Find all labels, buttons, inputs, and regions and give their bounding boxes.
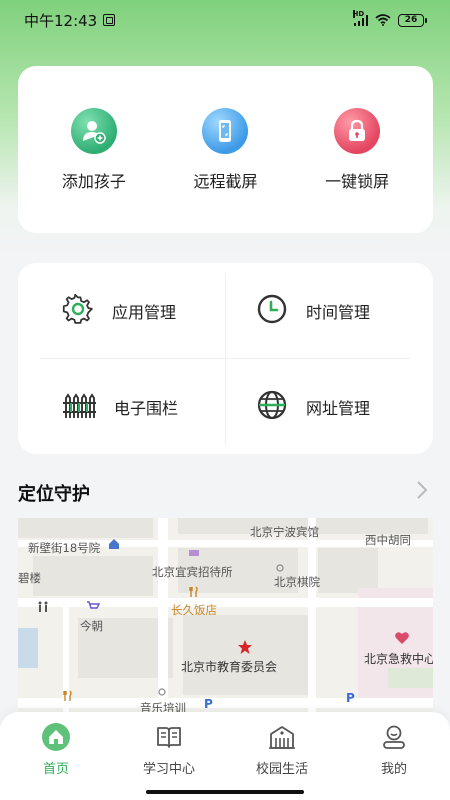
house-marker-icon (109, 539, 119, 549)
fence-icon (62, 390, 96, 424)
tab-profile[interactable]: 我的 (339, 722, 449, 777)
location-guard-title: 定位守护 (18, 484, 90, 505)
map-road (18, 698, 433, 708)
restaurant-marker-icon (189, 586, 198, 597)
hotel-marker-icon (189, 550, 199, 556)
map-label: 今朝 (80, 619, 103, 633)
lock-icon (334, 107, 381, 154)
map-block (18, 518, 153, 538)
tab-campus-life[interactable]: 校园生活 (227, 722, 337, 777)
restaurant-marker-icon (63, 690, 72, 701)
clock-icon (256, 293, 288, 329)
time-management-label: 时间管理 (306, 302, 371, 322)
wifi-icon (375, 14, 391, 26)
url-management-label: 网址管理 (306, 398, 371, 418)
map-label: 长久饭店 (171, 603, 217, 617)
app-management-button[interactable]: 应用管理 (18, 263, 225, 358)
shop-marker-icon (87, 601, 100, 609)
tab-home[interactable]: 首页 (1, 722, 111, 777)
school-building-icon (267, 722, 297, 752)
hospital-marker-icon (395, 632, 409, 644)
status-time: 中午12:43 (24, 11, 98, 30)
battery-icon: 26 (398, 13, 427, 27)
cellular-signal-icon: HD (352, 9, 368, 26)
geo-fence-button[interactable]: 电子围栏 (18, 359, 225, 454)
map-label: 西中胡同 (365, 533, 411, 547)
status-bar: 中午12:43 HD 26 (0, 0, 450, 40)
app-management-label: 应用管理 (112, 302, 177, 322)
globe-icon (256, 389, 288, 425)
tab-campus-life-label: 校园生活 (255, 762, 308, 777)
restroom-marker-icon (38, 601, 48, 612)
map-label: 北京急救中心 (364, 652, 433, 666)
map-block (318, 548, 378, 593)
book-icon (154, 722, 184, 752)
lock-screen-label: 一键锁屏 (325, 171, 390, 191)
management-card: 应用管理 时间管理 电子围栏 网址管理 (18, 263, 433, 454)
map-road (18, 598, 433, 607)
map-label: 北京宁波宾馆 (250, 525, 319, 539)
gear-icon (62, 293, 94, 329)
remote-screenshot-button[interactable]: 远程截屏 (170, 107, 280, 192)
map-label: 北京市教育委员会 (181, 660, 278, 674)
screen-record-icon (103, 14, 116, 26)
parking-marker-icon: P (204, 697, 213, 710)
map-block (183, 615, 313, 695)
home-indicator (146, 790, 304, 794)
tab-learning-center-label: 学习中心 (142, 762, 195, 777)
home-icon (41, 722, 71, 752)
remote-screenshot-label: 远程截屏 (193, 171, 258, 191)
add-child-label: 添加孩子 (61, 171, 126, 191)
map-label: 北京宜宾招待所 (152, 565, 233, 579)
poi-dot-icon (158, 688, 166, 696)
tab-home-label: 首页 (42, 762, 69, 777)
user-icon (379, 722, 409, 752)
geo-fence-label: 电子围栏 (114, 398, 179, 418)
phone-screenshot-icon (202, 107, 249, 154)
tab-profile-label: 我的 (380, 762, 407, 777)
map-label: 北京棋院 (274, 575, 320, 589)
quick-actions-card: 添加孩子 远程截屏 一键锁屏 (18, 66, 433, 233)
svg-text:P: P (204, 697, 213, 710)
map-block (33, 556, 153, 596)
tab-learning-center[interactable]: 学习中心 (114, 722, 224, 777)
lock-screen-button[interactable]: 一键锁屏 (302, 107, 412, 192)
chevron-right-icon[interactable] (412, 478, 432, 502)
map-road (308, 518, 316, 718)
bottom-tab-bar: 首页 学习中心 校园生活 我的 (0, 712, 450, 800)
map-label: 新壁街18号院 (28, 541, 101, 555)
add-child-button[interactable]: 添加孩子 (39, 107, 149, 192)
svg-text:P: P (346, 691, 355, 704)
time-management-button[interactable]: 时间管理 (226, 263, 433, 358)
parking-marker-icon: P (346, 691, 355, 704)
map-water (18, 628, 38, 668)
add-child-icon (70, 107, 117, 154)
star-marker-icon (238, 640, 252, 654)
map-park (388, 668, 433, 688)
location-map[interactable]: 新壁街18号院 北京宁波宾馆 西中胡同 北京宜宾招待所 北京棋院 长久饭店 今朝… (18, 518, 433, 718)
url-management-button[interactable]: 网址管理 (226, 359, 433, 454)
poi-dot-icon (276, 564, 284, 572)
map-label: 碧楼 (18, 571, 41, 585)
